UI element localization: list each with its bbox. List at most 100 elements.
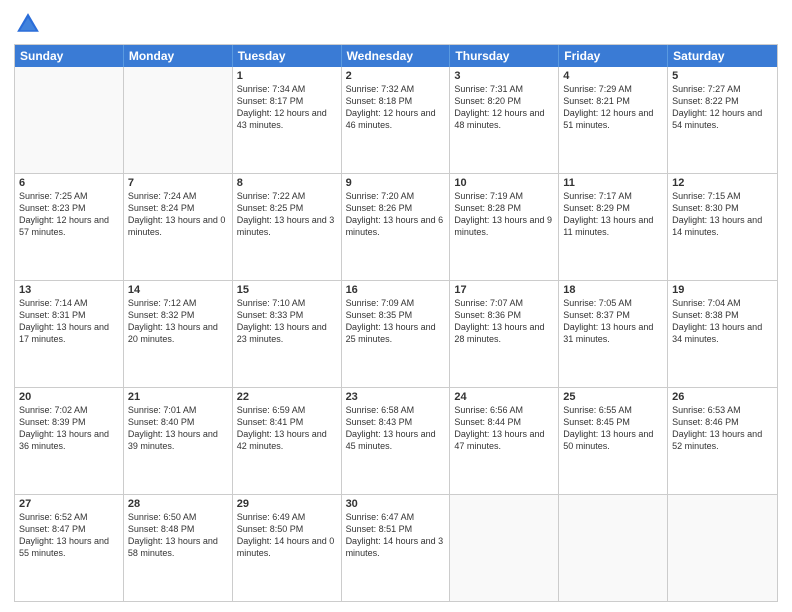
calendar-cell [668,495,777,601]
calendar-row: 13Sunrise: 7:14 AM Sunset: 8:31 PM Dayli… [15,280,777,387]
day-number: 13 [19,284,119,296]
page: SundayMondayTuesdayWednesdayThursdayFrid… [0,0,792,612]
cell-info: Sunrise: 6:58 AM Sunset: 8:43 PM Dayligh… [346,404,446,453]
calendar-cell: 15Sunrise: 7:10 AM Sunset: 8:33 PM Dayli… [233,281,342,387]
day-number: 30 [346,498,446,510]
cell-info: Sunrise: 7:01 AM Sunset: 8:40 PM Dayligh… [128,404,228,453]
calendar-row: 6Sunrise: 7:25 AM Sunset: 8:23 PM Daylig… [15,173,777,280]
day-number: 11 [563,177,663,189]
day-number: 18 [563,284,663,296]
cell-info: Sunrise: 6:47 AM Sunset: 8:51 PM Dayligh… [346,511,446,560]
cell-info: Sunrise: 7:09 AM Sunset: 8:35 PM Dayligh… [346,297,446,346]
calendar-cell: 22Sunrise: 6:59 AM Sunset: 8:41 PM Dayli… [233,388,342,494]
calendar-cell: 5Sunrise: 7:27 AM Sunset: 8:22 PM Daylig… [668,67,777,173]
cell-info: Sunrise: 7:34 AM Sunset: 8:17 PM Dayligh… [237,83,337,132]
cell-info: Sunrise: 7:29 AM Sunset: 8:21 PM Dayligh… [563,83,663,132]
calendar-cell: 6Sunrise: 7:25 AM Sunset: 8:23 PM Daylig… [15,174,124,280]
day-number: 19 [672,284,773,296]
cell-info: Sunrise: 7:07 AM Sunset: 8:36 PM Dayligh… [454,297,554,346]
cell-info: Sunrise: 7:24 AM Sunset: 8:24 PM Dayligh… [128,190,228,239]
calendar-cell: 20Sunrise: 7:02 AM Sunset: 8:39 PM Dayli… [15,388,124,494]
cell-info: Sunrise: 7:32 AM Sunset: 8:18 PM Dayligh… [346,83,446,132]
day-number: 29 [237,498,337,510]
day-number: 23 [346,391,446,403]
day-number: 22 [237,391,337,403]
calendar-header-cell: Saturday [668,45,777,67]
day-number: 8 [237,177,337,189]
day-number: 4 [563,70,663,82]
day-number: 27 [19,498,119,510]
cell-info: Sunrise: 7:22 AM Sunset: 8:25 PM Dayligh… [237,190,337,239]
day-number: 28 [128,498,228,510]
cell-info: Sunrise: 6:50 AM Sunset: 8:48 PM Dayligh… [128,511,228,560]
calendar-cell: 29Sunrise: 6:49 AM Sunset: 8:50 PM Dayli… [233,495,342,601]
calendar-header: SundayMondayTuesdayWednesdayThursdayFrid… [15,45,777,67]
day-number: 15 [237,284,337,296]
day-number: 21 [128,391,228,403]
cell-info: Sunrise: 6:59 AM Sunset: 8:41 PM Dayligh… [237,404,337,453]
day-number: 3 [454,70,554,82]
day-number: 10 [454,177,554,189]
cell-info: Sunrise: 7:04 AM Sunset: 8:38 PM Dayligh… [672,297,773,346]
cell-info: Sunrise: 6:55 AM Sunset: 8:45 PM Dayligh… [563,404,663,453]
calendar-cell: 23Sunrise: 6:58 AM Sunset: 8:43 PM Dayli… [342,388,451,494]
cell-info: Sunrise: 7:10 AM Sunset: 8:33 PM Dayligh… [237,297,337,346]
calendar: SundayMondayTuesdayWednesdayThursdayFrid… [14,44,778,602]
day-number: 14 [128,284,228,296]
calendar-header-cell: Sunday [15,45,124,67]
day-number: 25 [563,391,663,403]
calendar-cell: 17Sunrise: 7:07 AM Sunset: 8:36 PM Dayli… [450,281,559,387]
calendar-cell: 14Sunrise: 7:12 AM Sunset: 8:32 PM Dayli… [124,281,233,387]
cell-info: Sunrise: 7:25 AM Sunset: 8:23 PM Dayligh… [19,190,119,239]
day-number: 6 [19,177,119,189]
cell-info: Sunrise: 7:31 AM Sunset: 8:20 PM Dayligh… [454,83,554,132]
calendar-cell: 16Sunrise: 7:09 AM Sunset: 8:35 PM Dayli… [342,281,451,387]
calendar-cell: 11Sunrise: 7:17 AM Sunset: 8:29 PM Dayli… [559,174,668,280]
cell-info: Sunrise: 7:20 AM Sunset: 8:26 PM Dayligh… [346,190,446,239]
calendar-cell: 27Sunrise: 6:52 AM Sunset: 8:47 PM Dayli… [15,495,124,601]
calendar-header-cell: Tuesday [233,45,342,67]
day-number: 9 [346,177,446,189]
cell-info: Sunrise: 7:27 AM Sunset: 8:22 PM Dayligh… [672,83,773,132]
day-number: 1 [237,70,337,82]
calendar-row: 20Sunrise: 7:02 AM Sunset: 8:39 PM Dayli… [15,387,777,494]
calendar-cell: 25Sunrise: 6:55 AM Sunset: 8:45 PM Dayli… [559,388,668,494]
day-number: 7 [128,177,228,189]
logo [14,10,46,38]
calendar-body: 1Sunrise: 7:34 AM Sunset: 8:17 PM Daylig… [15,67,777,601]
cell-info: Sunrise: 6:52 AM Sunset: 8:47 PM Dayligh… [19,511,119,560]
calendar-cell: 10Sunrise: 7:19 AM Sunset: 8:28 PM Dayli… [450,174,559,280]
calendar-cell [15,67,124,173]
calendar-cell: 8Sunrise: 7:22 AM Sunset: 8:25 PM Daylig… [233,174,342,280]
day-number: 16 [346,284,446,296]
day-number: 20 [19,391,119,403]
calendar-cell: 13Sunrise: 7:14 AM Sunset: 8:31 PM Dayli… [15,281,124,387]
cell-info: Sunrise: 7:17 AM Sunset: 8:29 PM Dayligh… [563,190,663,239]
calendar-cell: 12Sunrise: 7:15 AM Sunset: 8:30 PM Dayli… [668,174,777,280]
calendar-cell: 28Sunrise: 6:50 AM Sunset: 8:48 PM Dayli… [124,495,233,601]
calendar-cell: 26Sunrise: 6:53 AM Sunset: 8:46 PM Dayli… [668,388,777,494]
calendar-cell: 9Sunrise: 7:20 AM Sunset: 8:26 PM Daylig… [342,174,451,280]
cell-info: Sunrise: 6:49 AM Sunset: 8:50 PM Dayligh… [237,511,337,560]
cell-info: Sunrise: 7:02 AM Sunset: 8:39 PM Dayligh… [19,404,119,453]
day-number: 26 [672,391,773,403]
logo-icon [14,10,42,38]
calendar-cell: 24Sunrise: 6:56 AM Sunset: 8:44 PM Dayli… [450,388,559,494]
day-number: 12 [672,177,773,189]
cell-info: Sunrise: 7:12 AM Sunset: 8:32 PM Dayligh… [128,297,228,346]
cell-info: Sunrise: 7:15 AM Sunset: 8:30 PM Dayligh… [672,190,773,239]
calendar-header-cell: Monday [124,45,233,67]
calendar-cell: 18Sunrise: 7:05 AM Sunset: 8:37 PM Dayli… [559,281,668,387]
calendar-cell: 4Sunrise: 7:29 AM Sunset: 8:21 PM Daylig… [559,67,668,173]
cell-info: Sunrise: 6:56 AM Sunset: 8:44 PM Dayligh… [454,404,554,453]
day-number: 17 [454,284,554,296]
day-number: 24 [454,391,554,403]
calendar-header-cell: Thursday [450,45,559,67]
calendar-row: 27Sunrise: 6:52 AM Sunset: 8:47 PM Dayli… [15,494,777,601]
calendar-cell: 7Sunrise: 7:24 AM Sunset: 8:24 PM Daylig… [124,174,233,280]
calendar-header-cell: Wednesday [342,45,451,67]
calendar-cell: 19Sunrise: 7:04 AM Sunset: 8:38 PM Dayli… [668,281,777,387]
cell-info: Sunrise: 7:05 AM Sunset: 8:37 PM Dayligh… [563,297,663,346]
calendar-cell [450,495,559,601]
calendar-header-cell: Friday [559,45,668,67]
